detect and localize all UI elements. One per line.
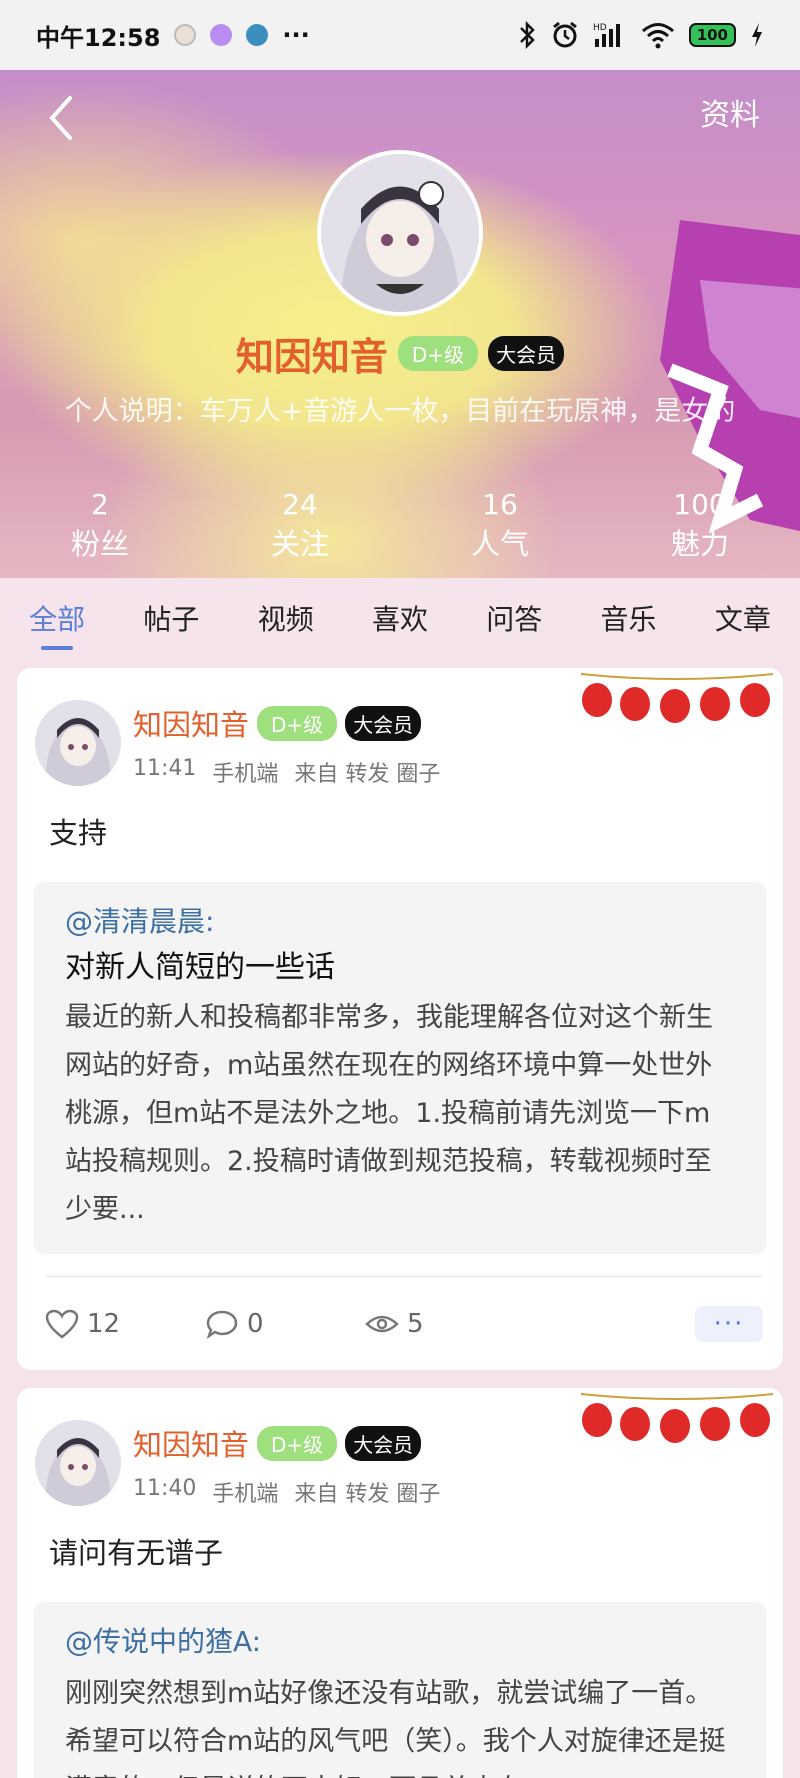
tab-posts[interactable]: 帖子: [114, 578, 228, 664]
stat-label: 粉丝: [70, 527, 129, 561]
battery-indicator: 100: [688, 23, 736, 47]
tab-music[interactable]: 音乐: [571, 578, 685, 664]
quoted-title: 对新人简短的一些话: [65, 950, 335, 985]
post-avatar[interactable]: [35, 700, 121, 786]
post-meta: 11:40 手机端 来自 转发 圈子: [133, 1476, 440, 1508]
post-meta: 11:41 手机端 来自 转发 圈子: [133, 756, 440, 788]
post-author-row: 知因知音 D+级 大会员: [133, 702, 422, 744]
post-time: 11:41: [133, 756, 197, 781]
tab-articles[interactable]: 文章: [686, 578, 800, 664]
lantern-decoration: [580, 673, 774, 723]
vip-badge: 大会员: [488, 336, 565, 371]
status-bar: 中午12:58 ··· HD 100: [0, 0, 800, 70]
alarm-icon: [552, 21, 577, 48]
profile-bio: 个人说明：车万人+音游人一枚，目前在玩原神，是女的: [64, 396, 736, 427]
profile-info-link[interactable]: 资料: [700, 90, 760, 134]
tab-qa[interactable]: 问答: [457, 578, 571, 664]
level-badge: D+级: [257, 1425, 338, 1461]
eye-icon: [365, 1315, 399, 1332]
stat-popularity[interactable]: 16 人气: [400, 488, 600, 566]
stat-label: 魅力: [670, 527, 729, 561]
post-author-name[interactable]: 知因知音: [133, 702, 249, 744]
views-indicator: 5: [365, 1309, 525, 1339]
stat-followers[interactable]: 2 粉丝: [0, 488, 200, 566]
quoted-author[interactable]: @传说中的猹A:: [65, 1622, 735, 1662]
quoted-body: 最近的新人和投稿都非常多，我能理解各位对这个新生网站的好奇，m站虽然在现在的网络…: [65, 1002, 713, 1225]
back-icon[interactable]: [40, 90, 90, 146]
content-tabs: 全部 帖子 视频 喜欢 问答 音乐 文章: [0, 578, 800, 664]
like-button[interactable]: 12: [45, 1309, 205, 1339]
vip-badge: 大会员: [345, 1425, 422, 1461]
post-source: 来自 转发 圈子: [294, 1482, 441, 1507]
post-avatar[interactable]: [35, 1420, 121, 1506]
profile-stats: 2 粉丝 24 关注 16 人气 100 魅力: [0, 488, 800, 566]
post-actions: 12 0 5 ···: [45, 1276, 763, 1370]
tab-videos[interactable]: 视频: [229, 578, 343, 664]
status-time: 中午12:58: [36, 23, 161, 52]
quoted-body: 刚刚突然想到m站好像还没有站歌，就尝试编了一首。希望可以符合m站的风气吧（笑）。…: [65, 1678, 726, 1778]
comment-button[interactable]: 0: [205, 1309, 365, 1339]
like-count: 12: [87, 1308, 121, 1339]
notification-app-icon: [174, 24, 197, 46]
post-author-row: 知因知音 D+级 大会员: [133, 1422, 422, 1464]
quoted-author[interactable]: @清清晨晨:: [65, 902, 735, 942]
stat-value: 2: [91, 488, 109, 521]
post-text: 支持: [49, 816, 108, 850]
wifi-icon: [641, 23, 674, 49]
level-badge: D+级: [257, 705, 338, 741]
stat-value: 100: [673, 488, 727, 521]
stat-charm[interactable]: 100 魅力: [600, 488, 800, 566]
comment-icon: [206, 1310, 238, 1339]
notification-app-icon: [246, 24, 269, 46]
bluetooth-icon: [519, 21, 535, 49]
profile-name-row: 知因知音 D+级 大会员: [0, 326, 800, 381]
more-button[interactable]: ···: [695, 1305, 763, 1342]
comment-count: 0: [247, 1308, 264, 1339]
svg-text:HD: HD: [593, 23, 607, 33]
charging-icon: [752, 23, 762, 47]
stat-following[interactable]: 24 关注: [200, 488, 400, 566]
post-time: 11:40: [133, 1476, 197, 1501]
view-count: 5: [407, 1308, 424, 1339]
vip-badge: 大会员: [345, 705, 422, 741]
stat-label: 人气: [470, 527, 529, 561]
profile-username: 知因知音: [235, 335, 388, 379]
profile-header: 资料 知因知音 D+级 大会员 个人说明：车万人+音游人一枚，目前在玩原神，是女…: [0, 70, 800, 578]
quoted-post[interactable]: @清清晨晨: 对新人简短的一些话 最近的新人和投稿都非常多，我能理解各位对这个新…: [33, 882, 767, 1254]
notification-app-icon: [210, 24, 233, 46]
avatar[interactable]: [317, 150, 483, 316]
stat-value: 16: [482, 488, 518, 521]
post-text: 请问有无谱子: [49, 1536, 224, 1570]
level-badge: D+级: [397, 336, 479, 371]
tab-likes[interactable]: 喜欢: [343, 578, 457, 664]
post-author-name[interactable]: 知因知音: [133, 1422, 249, 1464]
post-device: 手机端: [212, 1482, 279, 1507]
signal-icon: HD: [593, 23, 620, 47]
stat-label: 关注: [270, 527, 329, 561]
post-device: 手机端: [212, 762, 279, 787]
heart-icon: [45, 1309, 79, 1339]
lantern-decoration: [580, 1393, 774, 1443]
stat-value: 24: [282, 488, 318, 521]
post-card[interactable]: 知因知音 D+级 大会员 11:41 手机端 来自 转发 圈子 支持 @清清晨晨…: [17, 668, 783, 1370]
post-source: 来自 转发 圈子: [294, 762, 441, 787]
more-notifications-icon: ···: [282, 21, 310, 49]
quoted-post[interactable]: @传说中的猹A: 刚刚突然想到m站好像还没有站歌，就尝试编了一首。希望可以符合m…: [33, 1602, 767, 1778]
tab-all[interactable]: 全部: [0, 578, 114, 664]
post-card[interactable]: 知因知音 D+级 大会员 11:40 手机端 来自 转发 圈子 请问有无谱子 @…: [17, 1388, 783, 1778]
